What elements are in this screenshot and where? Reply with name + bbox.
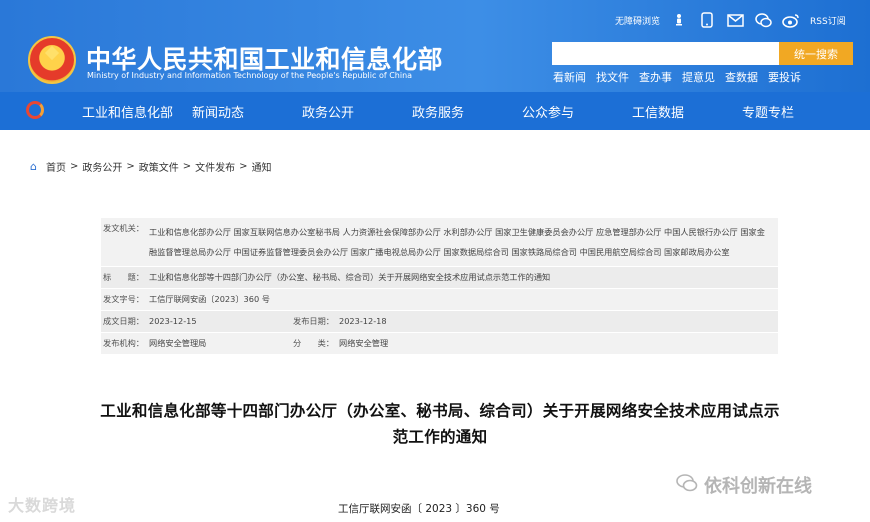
meta-value-published: 2023-12-18 [339,316,387,326]
nav-item-news[interactable]: 新闻动态 [192,102,302,121]
quick-link-data[interactable]: 查数据 [725,69,758,85]
document-meta-table: 发文机关： 工业和信息化部办公厅 国家互联网信息办公室秘书局 人力资源社会保障部… [101,218,778,355]
home-logo-icon[interactable] [26,101,44,119]
meta-value-created: 2023-12-15 [149,316,197,326]
top-utility-bar: 无障碍浏览 RSS订阅 [615,11,846,29]
wechat-watermark-icon [676,473,698,497]
meta-label: 发布机构： [103,338,144,348]
national-emblem-icon [28,36,76,84]
breadcrumb-home[interactable]: 首页 [46,159,66,174]
breadcrumb-release[interactable]: 文件发布 [195,159,235,174]
search-input[interactable] [552,42,780,65]
breadcrumb-government[interactable]: 政务公开 [82,159,122,174]
meta-row-doc-number: 发文字号： 工信厅联网安函〔2023〕360 号 [101,289,778,311]
watermark-right: 依科创新在线 [676,472,812,498]
meta-value-publisher: 网络安全管理局 [149,338,207,348]
meta-row-publisher: 发布机构： 网络安全管理局 分 类： 网络安全管理 [101,333,778,355]
meta-label: 分 类： [293,338,334,348]
quick-link-news[interactable]: 看新闻 [553,69,586,85]
site-header: 中华人民共和国工业和信息化部 Ministry of Industry and … [0,0,870,92]
wechat-icon[interactable] [754,11,772,29]
meta-label: 发文字号： [103,294,144,304]
meta-value-issuer: 工业和信息化部办公厅 国家互联网信息办公室秘书局 人力资源社会保障部办公厅 水利… [149,227,765,257]
quick-links: 看新闻 找文件 查办事 提意见 查数据 要投诉 [553,69,801,85]
meta-value-category: 网络安全管理 [339,338,389,348]
meta-value-title: 工业和信息化部等十四部门办公厅（办公室、秘书局、综合司）关于开展网络安全技术应用… [149,272,551,282]
quick-link-services[interactable]: 查办事 [639,69,672,85]
quick-link-files[interactable]: 找文件 [596,69,629,85]
meta-label: 成文日期： [103,316,144,326]
weibo-icon[interactable] [782,11,800,29]
elder-mode-icon[interactable] [670,11,688,29]
nav-item-data[interactable]: 工信数据 [632,102,742,121]
search-button[interactable]: 统一搜索 [779,42,853,65]
rss-link[interactable]: RSS订阅 [810,14,846,27]
breadcrumb: ⌂ 首页 > 政务公开 > 政策文件 > 文件发布 > 通知 [30,159,272,174]
accessibility-link[interactable]: 无障碍浏览 [615,14,660,27]
quick-link-feedback[interactable]: 提意见 [682,69,715,85]
document-number: 工信厅联网安函〔 2023 〕360 号 [338,503,500,515]
breadcrumb-separator: > [70,161,79,172]
meta-label: 发文机关： [103,223,144,233]
document-title: 工业和信息化部等十四部门办公厅（办公室、秘书局、综合司）关于开展网络安全技术应用… [100,402,780,446]
breadcrumb-separator: > [182,161,192,172]
meta-label: 发布日期： [293,316,334,326]
mobile-icon[interactable] [698,11,716,29]
quick-link-complaint[interactable]: 要投诉 [768,69,801,85]
watermark-left: 大数跨境 [8,496,77,515]
meta-row-title: 标 题： 工业和信息化部等十四部门办公厅（办公室、秘书局、综合司）关于开展网络安… [101,267,778,289]
home-icon: ⌂ [30,160,37,173]
nav-item-services[interactable]: 政务服务 [412,102,522,121]
main-nav: 工业和信息化部 新闻动态 政务公开 政务服务 公众参与 工信数据 专题专栏 [0,92,870,130]
mail-icon[interactable] [726,11,744,29]
nav-item-government-affairs[interactable]: 政务公开 [302,102,412,121]
nav-item-public-participation[interactable]: 公众参与 [522,102,632,121]
nav-item-special-topics[interactable]: 专题专栏 [742,102,852,121]
watermark-right-text: 依科创新在线 [704,476,812,497]
breadcrumb-notice[interactable]: 通知 [252,159,272,174]
meta-row-dates: 成文日期： 2023-12-15 发布日期： 2023-12-18 [101,311,778,333]
breadcrumb-policy[interactable]: 政策文件 [139,159,179,174]
meta-value-doc-number: 工信厅联网安函〔2023〕360 号 [149,294,270,304]
nav-item-ministry[interactable]: 工业和信息化部 [82,102,192,121]
breadcrumb-separator: > [239,161,248,172]
meta-row-issuer: 发文机关： 工业和信息化部办公厅 国家互联网信息办公室秘书局 人力资源社会保障部… [101,218,778,267]
site-subtitle: Ministry of Industry and Information Tec… [87,71,413,80]
meta-label: 标 题： [103,272,144,282]
breadcrumb-separator: > [126,161,135,172]
